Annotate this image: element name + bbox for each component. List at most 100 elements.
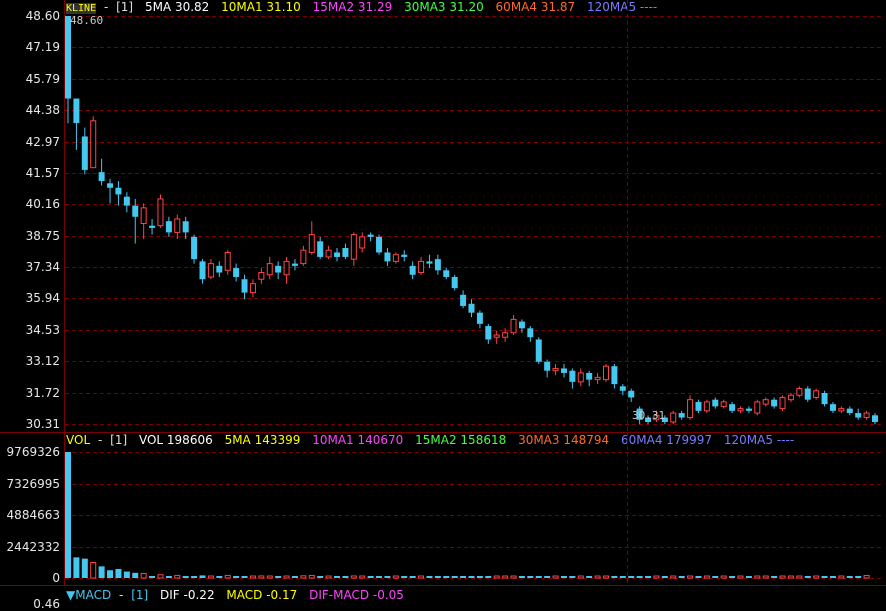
volume-bar — [670, 575, 677, 579]
candle-down — [485, 323, 492, 344]
volume-bar — [636, 576, 643, 578]
volume-bar — [434, 576, 441, 578]
candle-body — [535, 339, 542, 362]
volume-bar — [661, 576, 668, 578]
candle-body — [737, 408, 744, 412]
max-price-marker: 48.60 — [70, 14, 103, 27]
candle-down — [611, 363, 618, 389]
volume-bar — [115, 568, 122, 578]
candle-up — [308, 221, 315, 255]
volume-bar — [443, 576, 450, 578]
volume-bar — [233, 576, 240, 578]
volume-bar — [199, 575, 206, 578]
candle-body — [586, 372, 593, 380]
candle-body — [476, 312, 483, 324]
candle-body — [241, 279, 248, 293]
candle-body — [745, 408, 752, 411]
candle-body — [367, 234, 374, 237]
candle-down — [518, 319, 525, 333]
volume-bar — [266, 575, 273, 579]
candle-down — [191, 234, 198, 264]
volume-bar — [291, 576, 298, 578]
candle-up — [510, 314, 517, 335]
candle-body — [729, 404, 736, 411]
candle-body — [451, 276, 458, 289]
candle-down — [846, 406, 853, 416]
candle-body — [325, 249, 332, 258]
volume-chart[interactable] — [0, 432, 886, 586]
candle-down — [745, 406, 752, 414]
kline-panel[interactable]: KLINE - [1] 5MA 30.82 10MA1 31.10 15MA2 … — [0, 0, 886, 432]
volume-bar — [653, 575, 660, 579]
candle-up — [90, 116, 97, 169]
volume-bar — [535, 576, 542, 578]
candle-down — [544, 359, 551, 378]
candle-body — [577, 372, 584, 383]
candle-body — [628, 390, 635, 398]
candle-body — [703, 401, 710, 412]
candle-down — [426, 254, 433, 269]
candle-body — [401, 254, 408, 257]
volume-bar — [308, 574, 315, 579]
candle-body — [670, 412, 677, 423]
min-price-marker: 30.31 — [632, 409, 665, 422]
candle-body — [409, 265, 416, 275]
volume-bar — [468, 576, 475, 578]
candle-body — [468, 303, 475, 313]
volume-bar — [426, 576, 433, 578]
candle-body — [359, 236, 366, 249]
candle-down — [107, 178, 114, 204]
macd-name[interactable]: ▼MACD — [66, 588, 111, 602]
candle-down — [199, 259, 206, 284]
candle-body — [855, 413, 862, 418]
macd-difmacd: DIF-MACD -0.05 — [309, 588, 404, 602]
volume-bar — [132, 572, 139, 578]
volume-bar — [376, 576, 383, 578]
candle-body — [182, 221, 189, 233]
candle-down — [216, 261, 223, 277]
candle-body — [165, 221, 172, 233]
volume-bar — [771, 576, 778, 578]
macd-axis-label: 0.46 — [33, 597, 60, 611]
macd-period[interactable]: [1] — [131, 588, 148, 602]
candle-down — [527, 326, 534, 342]
candle-body — [174, 218, 181, 233]
volume-bar — [65, 452, 71, 578]
candle-up — [174, 214, 181, 240]
candle-up — [283, 256, 290, 284]
candle-body — [544, 361, 551, 371]
volume-panel[interactable]: VOL - [1] VOL 198606 5MA 143399 10MA1 14… — [0, 432, 886, 586]
volume-bar — [569, 576, 576, 578]
volume-bar — [863, 574, 870, 579]
candle-up — [418, 256, 425, 275]
candle-up — [720, 399, 727, 409]
kline-chart[interactable]: 48.60 30.31 — [0, 0, 886, 432]
volume-bar — [619, 576, 626, 578]
macd-macd: MACD -0.17 — [226, 588, 298, 602]
candle-body — [132, 205, 139, 217]
volume-bar — [325, 575, 332, 579]
volume-bar — [98, 566, 105, 578]
candle-body — [199, 261, 206, 280]
volume-bar — [275, 576, 282, 578]
candle-up — [577, 368, 584, 387]
candle-body — [603, 365, 609, 381]
volume-bar — [334, 576, 340, 578]
candle-down — [165, 216, 172, 237]
macd-panel[interactable]: ▼MACD - [1] DIF -0.22 MACD -0.17 DIF-MAC… — [0, 586, 886, 610]
volume-bar — [611, 576, 618, 578]
candle-body — [283, 260, 290, 276]
candle-down — [376, 234, 383, 255]
volume-bar — [409, 576, 416, 578]
candle-down — [628, 388, 635, 402]
candle-body — [266, 263, 273, 276]
candle-body — [258, 272, 265, 280]
candle-down — [872, 413, 878, 425]
candle-body — [460, 294, 467, 306]
candle-body — [762, 399, 769, 405]
candle-body — [350, 234, 357, 260]
candle-body — [493, 334, 500, 338]
volume-bar — [359, 575, 366, 579]
candle-body — [821, 392, 828, 405]
candle-body — [384, 252, 391, 262]
